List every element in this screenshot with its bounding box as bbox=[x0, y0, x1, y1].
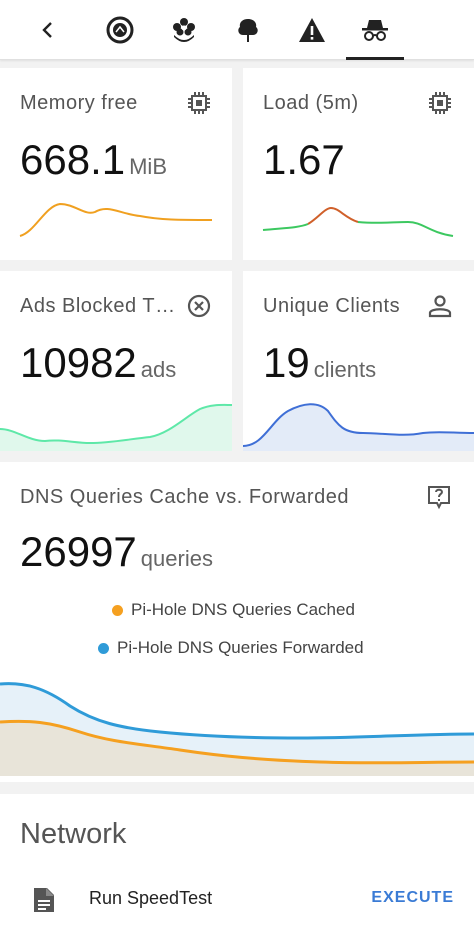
dns-queries-value: 26997 queries bbox=[20, 528, 213, 576]
legend-item-cached[interactable]: Pi-Hole DNS Queries Cached bbox=[112, 600, 355, 620]
ads-blocked-value: 10982 ads bbox=[20, 339, 176, 387]
memory-free-card[interactable]: Memory free 668.1 MiB bbox=[0, 68, 232, 260]
close-circle-icon bbox=[187, 294, 211, 318]
network-card bbox=[0, 794, 474, 929]
legend-item-forwarded[interactable]: Pi-Hole DNS Queries Forwarded bbox=[98, 638, 364, 658]
tree-icon bbox=[238, 19, 258, 42]
unique-clients-unit: clients bbox=[313, 357, 377, 382]
dns-queries-title: DNS Queries Cache vs. Forwarded bbox=[20, 486, 349, 508]
file-document-icon bbox=[34, 888, 54, 912]
unique-clients-title: Unique Clients bbox=[263, 295, 401, 317]
dns-queries-card[interactable]: DNS Queries Cache vs. Forwarded 26997 que… bbox=[0, 462, 474, 782]
help-box-icon bbox=[428, 486, 450, 510]
tab-warning[interactable] bbox=[284, 0, 340, 60]
tab-tree[interactable] bbox=[220, 0, 276, 60]
load-value: 1.67 bbox=[263, 136, 345, 184]
incognito-icon bbox=[362, 20, 388, 41]
home-assistant-icon bbox=[106, 16, 134, 44]
back-button[interactable] bbox=[20, 0, 76, 60]
ads-blocked-number: 10982 bbox=[20, 339, 137, 386]
memory-free-title: Memory free bbox=[20, 92, 138, 114]
run-speedtest-label: Run SpeedTest bbox=[89, 888, 213, 908]
chip-icon bbox=[188, 92, 210, 114]
flower-icon bbox=[173, 18, 195, 42]
memory-free-number: 668.1 bbox=[20, 136, 126, 183]
unique-clients-card[interactable]: Unique Clients 19 clients bbox=[243, 271, 474, 451]
ads-blocked-unit: ads bbox=[140, 357, 177, 382]
top-tab-bar bbox=[0, 0, 474, 60]
memory-sparkline bbox=[19, 202, 213, 237]
load-card[interactable]: Load (5m) 1.67 bbox=[243, 68, 474, 260]
tab-home-assistant[interactable] bbox=[92, 0, 148, 60]
dns-queries-unit: queries bbox=[140, 546, 213, 571]
execute-button[interactable]: EXECUTE bbox=[371, 889, 454, 907]
warning-icon bbox=[299, 18, 325, 42]
legend-dot-forwarded bbox=[98, 642, 109, 654]
ads-blocked-title: Ads Blocked T… bbox=[20, 295, 176, 317]
account-icon bbox=[428, 295, 452, 318]
chip-icon bbox=[429, 92, 451, 114]
dns-queries-number: 26997 bbox=[20, 528, 137, 575]
ads-blocked-sparkline bbox=[0, 403, 232, 451]
tab-flower[interactable] bbox=[156, 0, 212, 60]
legend-dot-cached bbox=[112, 604, 123, 616]
tab-incognito[interactable] bbox=[346, 0, 404, 60]
dns-queries-chart bbox=[0, 682, 474, 776]
back-icon bbox=[42, 22, 52, 38]
unique-clients-value: 19 clients bbox=[263, 339, 376, 387]
memory-free-unit: MiB bbox=[129, 154, 167, 179]
ads-blocked-card[interactable]: Ads Blocked T… 10982 ads bbox=[0, 271, 232, 451]
network-title: Network bbox=[20, 818, 127, 850]
load-sparkline bbox=[262, 206, 454, 237]
load-title: Load (5m) bbox=[263, 92, 359, 114]
unique-clients-sparkline bbox=[243, 403, 474, 451]
unique-clients-number: 19 bbox=[263, 339, 310, 386]
load-number: 1.67 bbox=[263, 136, 345, 183]
memory-free-value: 668.1 MiB bbox=[20, 136, 167, 184]
legend-label-forwarded: Pi-Hole DNS Queries Forwarded bbox=[117, 638, 364, 657]
legend-label-cached: Pi-Hole DNS Queries Cached bbox=[131, 600, 355, 619]
